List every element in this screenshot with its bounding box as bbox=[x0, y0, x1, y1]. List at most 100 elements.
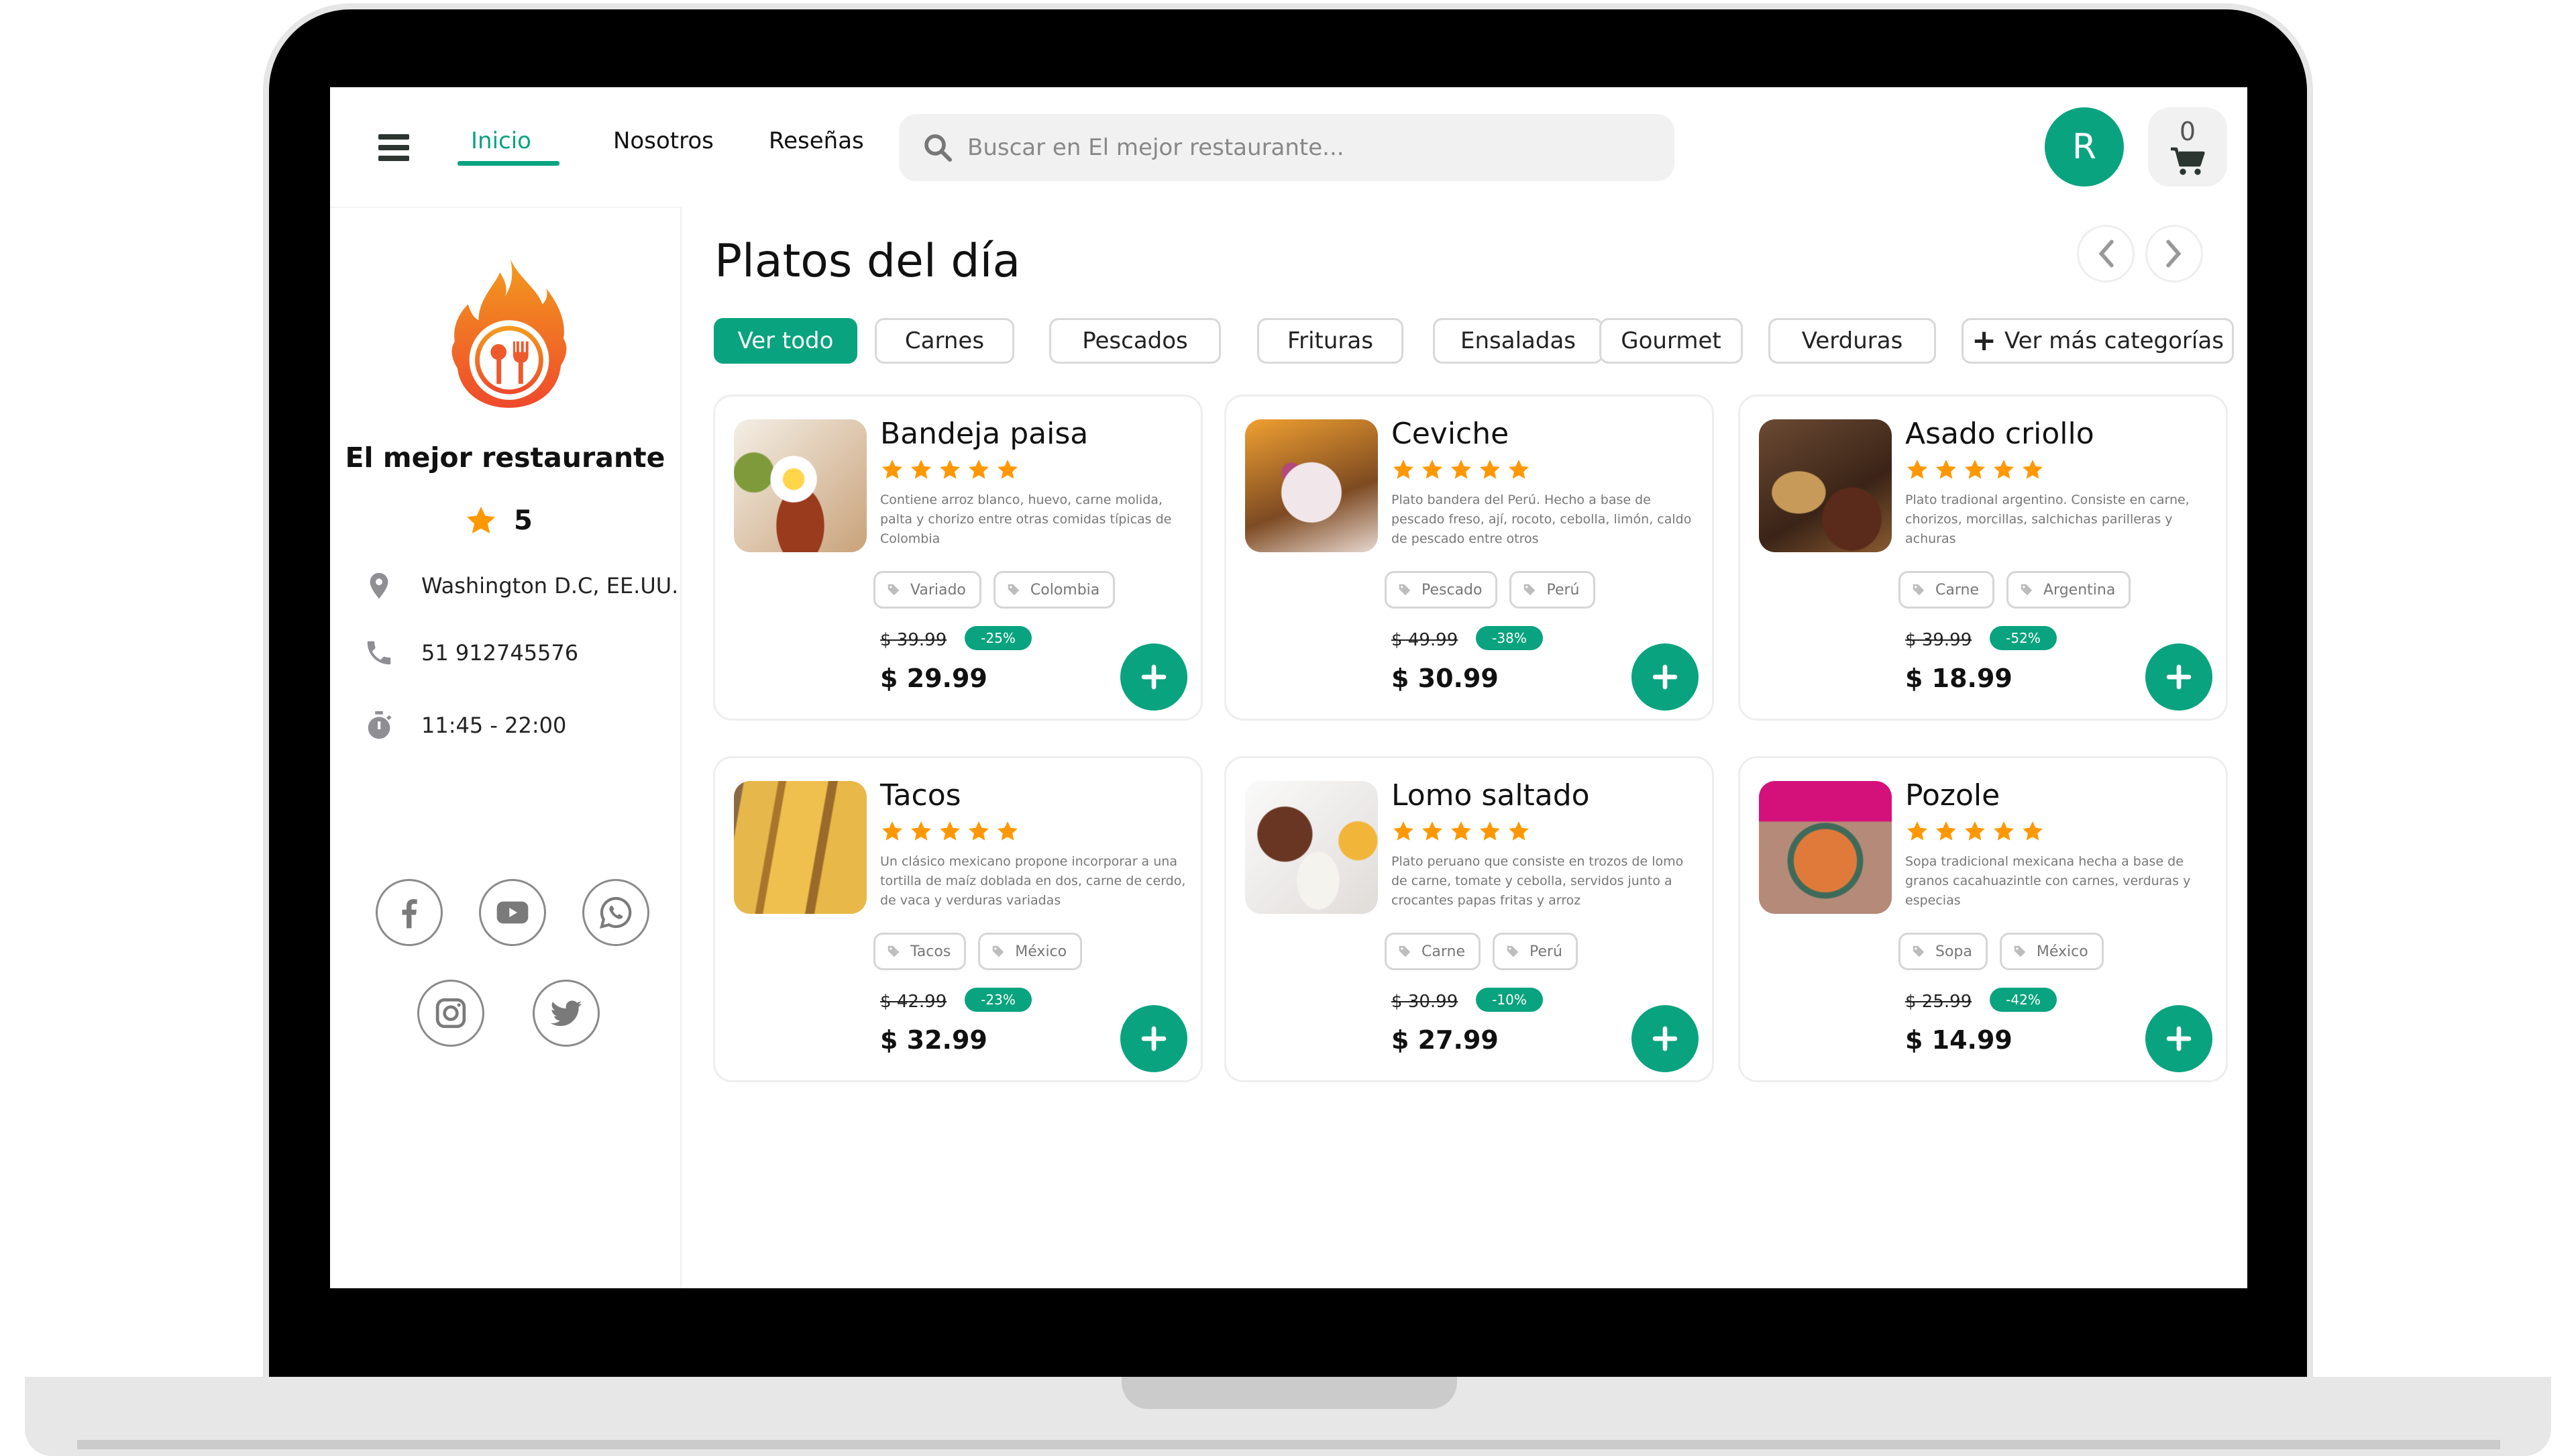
hamburger-menu-icon[interactable] bbox=[378, 134, 409, 161]
cart-count: 0 bbox=[2179, 117, 2196, 146]
dish-tag[interactable]: México bbox=[1999, 933, 2104, 970]
dish-tags: Carne Perú bbox=[1385, 933, 1578, 970]
dish-name: Lomo saltado bbox=[1391, 778, 1590, 813]
plus-icon bbox=[1652, 1026, 1678, 1051]
dish-tag[interactable]: Sopa bbox=[1898, 933, 1988, 970]
add-to-cart-button[interactable] bbox=[2145, 643, 2212, 711]
search-input[interactable] bbox=[966, 134, 1640, 162]
star-icon bbox=[1480, 460, 1500, 479]
tag-icon bbox=[1524, 584, 1536, 596]
dish-tag[interactable]: Colombia bbox=[993, 571, 1116, 609]
dish-rating bbox=[880, 458, 1020, 481]
dish-image[interactable] bbox=[1245, 781, 1378, 914]
dish-tag[interactable]: Variado bbox=[873, 571, 981, 609]
dish-card[interactable]: Pozole Sopa tradicional mexicana hecha a … bbox=[1738, 756, 2228, 1082]
chevron-left-icon bbox=[2098, 240, 2114, 268]
more-categories-button[interactable]: + Ver más categorías bbox=[1962, 318, 2234, 364]
dish-tag[interactable]: México bbox=[978, 933, 1083, 970]
dish-image[interactable] bbox=[1245, 419, 1378, 552]
add-to-cart-button[interactable] bbox=[1631, 643, 1699, 711]
dish-description: Contiene arroz blanco, huevo, carne moli… bbox=[880, 492, 1172, 546]
dish-tag[interactable]: Tacos bbox=[873, 933, 967, 970]
stopwatch-icon bbox=[368, 711, 392, 739]
dish-image[interactable] bbox=[1759, 781, 1892, 914]
tag-icon bbox=[2021, 584, 2033, 596]
dish-tag[interactable]: Perú bbox=[1509, 571, 1595, 609]
dish-tag-label: Argentina bbox=[2043, 581, 2116, 599]
add-to-cart-button[interactable] bbox=[1631, 1005, 1699, 1072]
category-chip-carnes[interactable]: Carnes bbox=[875, 318, 1014, 364]
plus-icon bbox=[1141, 664, 1167, 690]
dish-card[interactable]: Bandeja paisa Contiene arroz blanco, huev… bbox=[713, 395, 1203, 721]
category-chip-pescados[interactable]: Pescados bbox=[1049, 318, 1221, 364]
dish-price: $ 29.99 bbox=[880, 664, 987, 693]
dish-tag-label: Colombia bbox=[1030, 581, 1100, 599]
add-to-cart-button[interactable] bbox=[2145, 1005, 2212, 1072]
add-to-cart-button[interactable] bbox=[1120, 643, 1187, 711]
add-to-cart-button[interactable] bbox=[1120, 1005, 1187, 1072]
tag-icon bbox=[1913, 945, 1925, 957]
dish-card[interactable]: Tacos Un clásico mexicano propone incorpo… bbox=[713, 756, 1203, 1082]
category-chip-frituras[interactable]: Frituras bbox=[1257, 318, 1403, 364]
carousel-prev-button[interactable] bbox=[2077, 225, 2135, 282]
top-navbar: Inicio Nosotros Reseñas R 0 bbox=[330, 87, 2247, 207]
dish-tag[interactable]: Carne bbox=[1898, 571, 1994, 609]
instagram-button[interactable] bbox=[417, 980, 484, 1047]
more-categories-label: Ver más categorías bbox=[2004, 327, 2224, 354]
star-icon bbox=[1393, 460, 1413, 479]
twitter-button[interactable] bbox=[533, 980, 600, 1047]
nav-inicio[interactable]: Inicio bbox=[471, 127, 531, 154]
whatsapp-button[interactable] bbox=[582, 879, 649, 946]
dish-old-price: $ 25.99 bbox=[1905, 992, 1972, 1012]
dish-price: $ 30.99 bbox=[1391, 664, 1499, 693]
tag-icon bbox=[2014, 945, 2026, 957]
facebook-button[interactable] bbox=[376, 879, 443, 946]
dish-description: Un clásico mexicano propone incorporar a… bbox=[880, 854, 1186, 908]
dish-old-price: $ 42.99 bbox=[880, 992, 947, 1012]
dish-tag-label: Perú bbox=[1546, 581, 1580, 599]
user-avatar[interactable]: R bbox=[2045, 107, 2124, 187]
address-row: Washington D.C, EE.UU. bbox=[364, 570, 678, 601]
dish-image[interactable] bbox=[734, 781, 867, 914]
tag-icon bbox=[1399, 945, 1411, 957]
star-icon bbox=[882, 460, 902, 479]
dish-card[interactable]: Asado criollo Plato tradional argentino. … bbox=[1738, 395, 2228, 721]
category-chip-ensaladas[interactable]: Ensaladas bbox=[1433, 318, 1603, 364]
dish-name: Asado criollo bbox=[1905, 417, 2094, 451]
restaurant-logo-icon bbox=[451, 259, 567, 408]
dish-price: $ 14.99 bbox=[1905, 1025, 2012, 1055]
star-icon bbox=[1907, 821, 1927, 841]
dish-tags: Tacos México bbox=[873, 933, 1083, 970]
dish-image[interactable] bbox=[1759, 419, 1892, 552]
page-title: Platos del día bbox=[714, 235, 1021, 288]
carousel-next-button[interactable] bbox=[2145, 225, 2203, 282]
discount-badge: -42% bbox=[1990, 988, 2057, 1012]
dish-tag[interactable]: Perú bbox=[1492, 933, 1578, 970]
discount-badge: -10% bbox=[1476, 988, 1543, 1012]
dish-rating bbox=[1391, 820, 1531, 843]
category-chip-ver-todo[interactable]: Ver todo bbox=[714, 318, 857, 364]
star-icon bbox=[969, 821, 989, 841]
category-chip-gourmet[interactable]: Gourmet bbox=[1599, 318, 1743, 364]
dish-tag[interactable]: Carne bbox=[1385, 933, 1481, 970]
star-icon bbox=[1936, 821, 1956, 841]
star-icon bbox=[1422, 460, 1442, 479]
dish-card[interactable]: Lomo saltado Plato peruano que consiste e… bbox=[1224, 756, 1714, 1082]
youtube-button[interactable] bbox=[479, 879, 546, 946]
search-bar[interactable] bbox=[899, 114, 1674, 181]
dish-tag-label: Carne bbox=[1935, 581, 1979, 599]
star-icon bbox=[1994, 821, 2014, 841]
star-icon bbox=[1994, 460, 2014, 479]
dish-tags: Carne Argentina bbox=[1898, 571, 2131, 609]
star-icon bbox=[940, 460, 960, 479]
nav-resenas[interactable]: Reseñas bbox=[769, 127, 864, 154]
dish-card[interactable]: Ceviche Plato bandera del Perú. Hecho a b… bbox=[1224, 395, 1714, 721]
star-icon bbox=[467, 507, 495, 533]
category-chip-verduras[interactable]: Verduras bbox=[1768, 318, 1936, 364]
cart-button[interactable]: 0 bbox=[2148, 107, 2227, 187]
nav-nosotros[interactable]: Nosotros bbox=[613, 127, 714, 154]
dish-image[interactable] bbox=[734, 419, 867, 552]
dish-tag[interactable]: Pescado bbox=[1385, 571, 1498, 609]
star-icon bbox=[998, 821, 1018, 841]
dish-tag[interactable]: Argentina bbox=[2006, 571, 2131, 609]
